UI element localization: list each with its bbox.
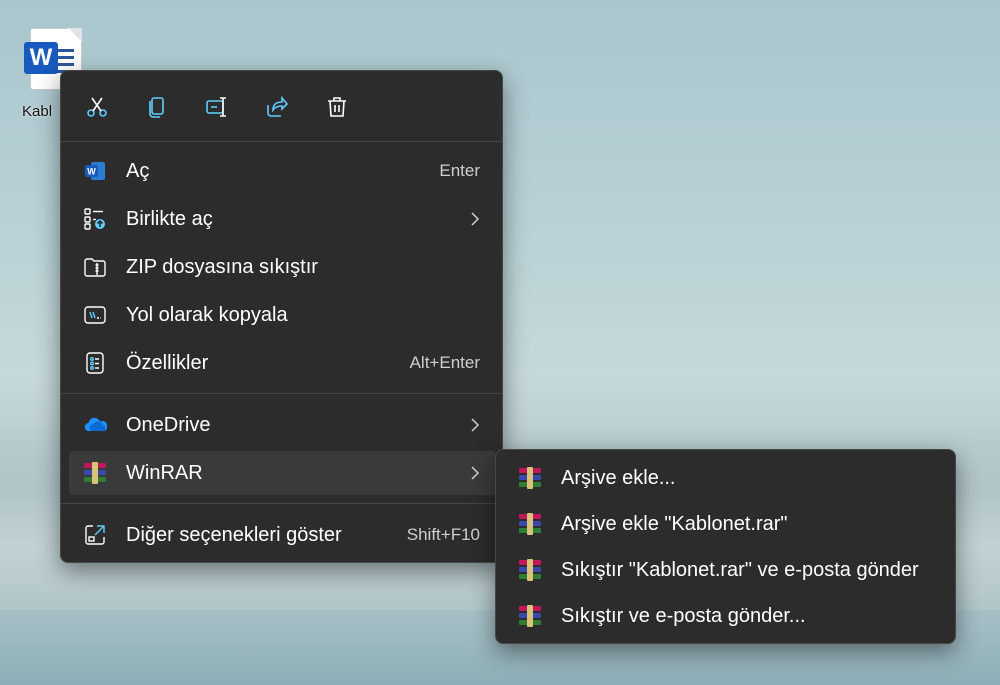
context-menu-toolbar	[61, 71, 502, 141]
winrar-icon	[518, 559, 542, 581]
context-menu: W Aç Enter Birlikte aç ZIP dosyasına sık…	[60, 70, 503, 563]
copy-icon	[149, 97, 164, 118]
open-shortcut: Enter	[439, 161, 480, 180]
trash-icon	[328, 97, 346, 117]
menu-separator	[61, 503, 502, 504]
winrar-menu-item[interactable]: WinRAR	[69, 451, 496, 495]
winrar-icon	[83, 461, 107, 485]
compress-named-and-email-label: Sıkıştır "Kablonet.rar" ve e-posta gönde…	[561, 559, 919, 581]
winrar-submenu: Arşive ekle... Arşive ekle "Kablonet.rar…	[495, 449, 956, 644]
open-with-icon	[83, 207, 107, 231]
share-icon	[267, 95, 289, 117]
zip-folder-icon	[83, 255, 107, 279]
open-with-menu-item[interactable]: Birlikte aç	[69, 197, 496, 241]
delete-button[interactable]	[321, 91, 353, 123]
add-to-archive-item[interactable]: Arşive ekle...	[504, 456, 949, 500]
open-menu-item[interactable]: W Aç Enter	[69, 149, 496, 193]
properties-label: Özellikler	[126, 351, 209, 374]
properties-shortcut: Alt+Enter	[409, 353, 480, 372]
desktop-file-label: Kabl	[22, 103, 53, 120]
compress-and-email-label: Sıkıştır ve e-posta gönder...	[561, 605, 806, 627]
winrar-icon	[518, 605, 542, 627]
copy-as-path-menu-item[interactable]: Yol olarak kopyala	[69, 293, 496, 337]
onedrive-label: OneDrive	[126, 413, 211, 436]
show-more-options-menu-item[interactable]: Diğer seçenekleri göster Shift+F10	[69, 513, 496, 557]
scissors-icon	[87, 97, 107, 117]
winrar-icon	[518, 467, 542, 489]
chevron-right-icon	[471, 212, 480, 226]
svg-text:W: W	[87, 167, 96, 177]
onedrive-menu-item[interactable]: OneDrive	[69, 403, 496, 447]
open-with-label: Birlikte aç	[126, 207, 213, 230]
show-more-options-label: Diğer seçenekleri göster	[126, 523, 342, 546]
show-more-options-shortcut: Shift+F10	[406, 525, 480, 544]
chevron-right-icon	[471, 466, 480, 480]
word-logo-icon: W	[24, 42, 58, 74]
properties-menu-item[interactable]: Özellikler Alt+Enter	[69, 341, 496, 385]
more-options-icon	[83, 523, 107, 547]
rename-icon	[206, 97, 226, 117]
winrar-label: WinRAR	[126, 461, 203, 484]
compress-named-and-email-item[interactable]: Sıkıştır "Kablonet.rar" ve e-posta gönde…	[504, 548, 949, 592]
copy-path-icon	[83, 303, 107, 327]
winrar-icon	[518, 513, 542, 535]
rename-button[interactable]	[201, 91, 233, 123]
properties-icon	[83, 351, 107, 375]
compress-and-email-item[interactable]: Sıkıştır ve e-posta gönder...	[504, 594, 949, 638]
copy-button[interactable]	[141, 91, 173, 123]
onedrive-icon	[83, 413, 107, 437]
word-icon: W	[83, 159, 107, 183]
copy-as-path-label: Yol olarak kopyala	[126, 303, 288, 326]
share-button[interactable]	[261, 91, 293, 123]
zip-compress-menu-item[interactable]: ZIP dosyasına sıkıştır	[69, 245, 496, 289]
add-to-archive-label: Arşive ekle...	[561, 467, 676, 489]
menu-separator	[61, 141, 502, 142]
menu-separator	[61, 393, 502, 394]
add-to-named-archive-label: Arşive ekle "Kablonet.rar"	[561, 513, 788, 535]
chevron-right-icon	[471, 418, 480, 432]
cut-button[interactable]	[81, 91, 113, 123]
add-to-named-archive-item[interactable]: Arşive ekle "Kablonet.rar"	[504, 502, 949, 546]
open-label: Aç	[126, 159, 150, 182]
zip-compress-label: ZIP dosyasına sıkıştır	[126, 255, 318, 278]
